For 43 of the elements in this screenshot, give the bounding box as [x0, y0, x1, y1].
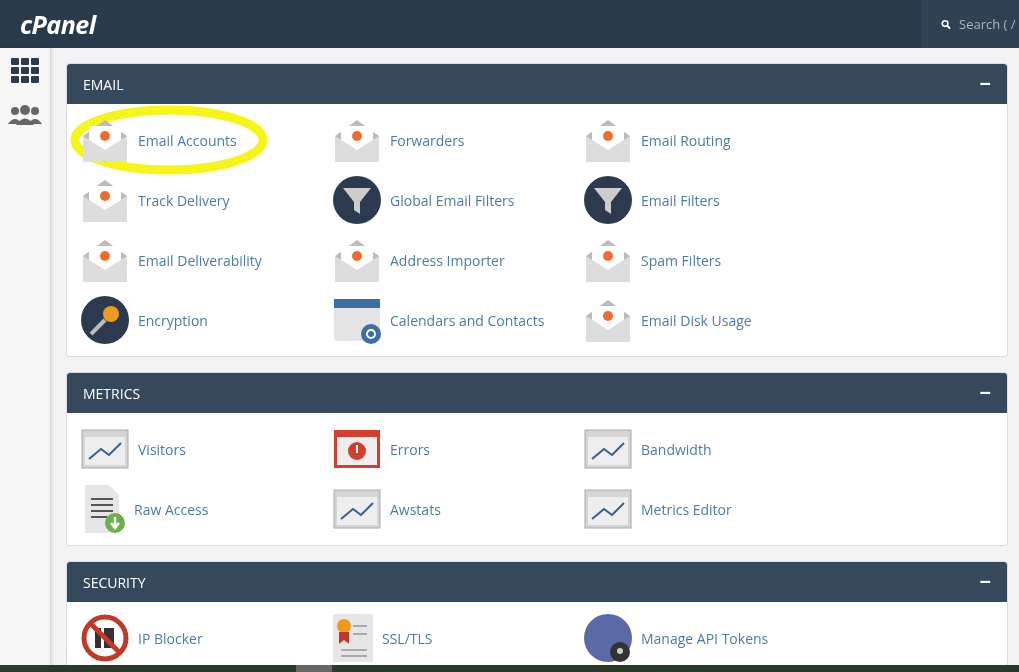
calendar-icon — [333, 296, 381, 344]
feature-link[interactable]: Forwarders — [333, 116, 465, 164]
collapse-button[interactable]: − — [979, 383, 991, 403]
collapse-button[interactable]: − — [979, 74, 991, 94]
feature-link[interactable]: Raw Access — [81, 485, 209, 533]
feature-link[interactable]: Email Routing — [584, 116, 731, 164]
error-window-icon — [333, 429, 381, 469]
funnel-icon — [584, 176, 632, 224]
funnel-icon — [333, 176, 381, 224]
feature-link[interactable]: Bandwidth — [584, 425, 712, 473]
feature-link[interactable]: Errors — [333, 425, 431, 473]
users-icon[interactable] — [7, 104, 43, 126]
feature-link[interactable]: Email Filters — [584, 176, 720, 224]
feature-link[interactable]: Manage API Tokens — [584, 614, 769, 662]
section-title: METRICS — [83, 383, 141, 403]
feature-link[interactable]: Calendars and Contacts — [333, 296, 545, 344]
cpanel-logo[interactable]: cPanel — [20, 7, 96, 41]
api-lock-icon — [584, 614, 632, 662]
section-title: SECURITY — [83, 572, 146, 592]
feature-link[interactable]: Address Importer — [333, 236, 505, 284]
feature-link[interactable]: Awstats — [333, 485, 441, 533]
window-icon — [584, 429, 632, 469]
collapse-button[interactable]: − — [979, 572, 991, 592]
feature-link[interactable]: SSL/TLS — [333, 614, 433, 662]
feature-link[interactable]: Spam Filters — [584, 236, 722, 284]
feature-link[interactable]: Global Email Filters — [333, 176, 515, 224]
feature-link[interactable]: Metrics Editor — [584, 485, 732, 533]
feature-link[interactable]: Email Disk Usage — [584, 296, 752, 344]
feature-link[interactable]: Visitors — [81, 425, 186, 473]
window-icon — [81, 429, 129, 469]
feature-link[interactable]: Email Deliverability — [81, 236, 262, 284]
section-title: EMAIL — [83, 74, 124, 94]
grid-icon[interactable] — [11, 58, 39, 84]
prohibited-icon — [81, 614, 129, 662]
window-icon — [333, 489, 381, 529]
scrollbar[interactable] — [0, 665, 1019, 672]
feature-link[interactable]: Track Delivery — [81, 176, 230, 224]
search-field[interactable]: Search ( / — [959, 15, 1019, 33]
certificate-icon — [333, 614, 373, 662]
feature-link[interactable]: IP Blocker — [81, 614, 203, 662]
key-icon — [81, 296, 129, 344]
window-icon — [584, 489, 632, 529]
feature-link[interactable]: Encryption — [81, 296, 208, 344]
